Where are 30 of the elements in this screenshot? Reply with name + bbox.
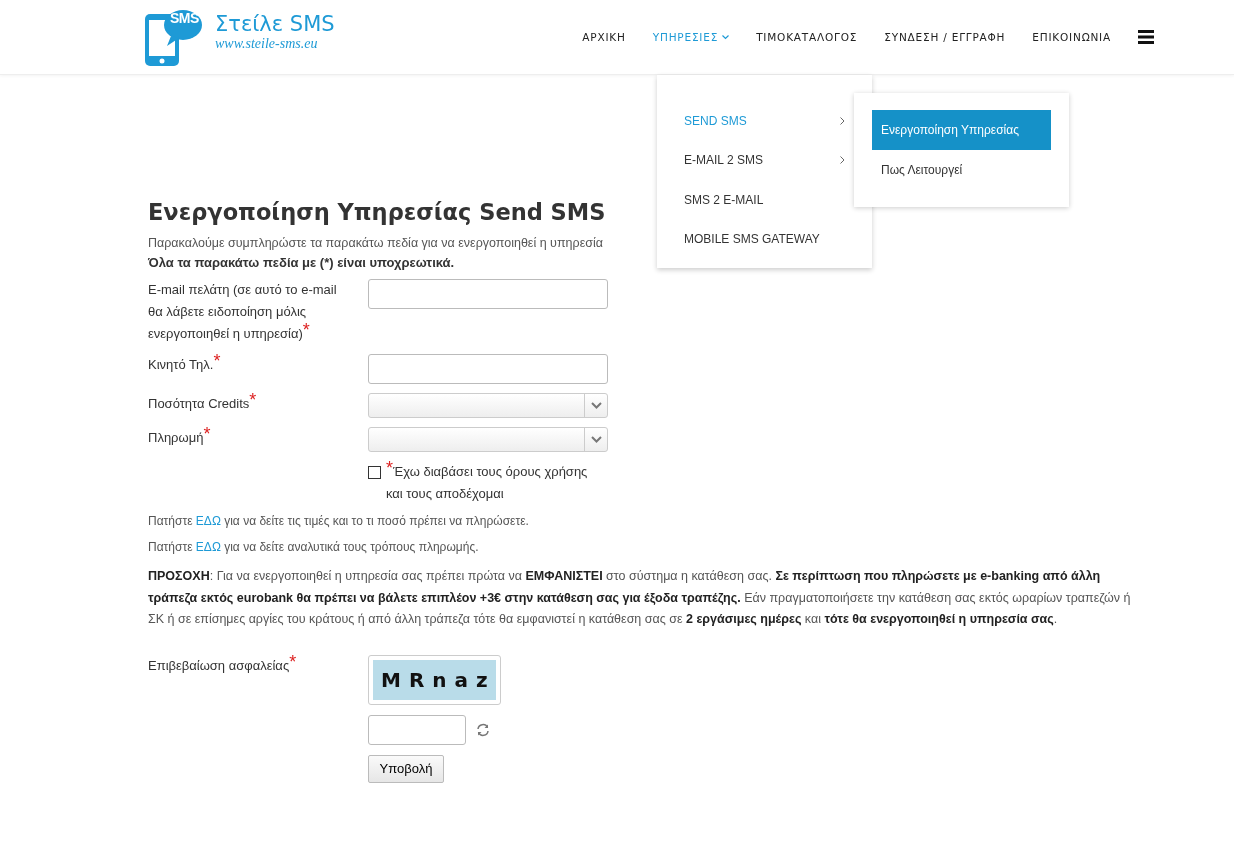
checkbox[interactable] (368, 466, 381, 479)
submit-button[interactable]: Υποβολή (368, 754, 444, 783)
logo-title: Στείλε SMS (215, 11, 335, 37)
nav-link[interactable]: ΑΡΧΙΚΗ (582, 31, 626, 43)
submenu-item[interactable]: Πως Λειτουργεί (872, 150, 1051, 190)
chevron-down-icon (590, 402, 602, 409)
captcha-image: MRnaz (368, 654, 501, 705)
intro-text: Παρακαλούμε συμπληρώστε τα παρακάτω πεδία για να ενεργοποιηθεί η υπηρεσία (148, 235, 603, 252)
dropdown-item[interactable]: E-MAIL 2 SMS (684, 140, 845, 180)
submenu-item[interactable]: Ενεργοποίηση Υπηρεσίας (872, 110, 1051, 150)
captcha-input[interactable] (368, 714, 466, 745)
info-text: Πατήστε ΕΔΩ για να δείτε αναλυτικά τους τρόπους πληρωμής. (148, 540, 480, 554)
page-heading: Ενεργοποίηση Υπηρεσίας Send SMS (148, 198, 606, 227)
menu-icon[interactable] (1138, 30, 1154, 44)
required-note: Όλα τα παρακάτω πεδία με (*) είναι υποχρεωτικά. (148, 254, 456, 272)
nav-link[interactable]: ΕΠΙΚΟΙΝΩΝΙΑ (1032, 31, 1111, 43)
select-field[interactable] (368, 393, 608, 418)
input-field[interactable] (368, 279, 608, 309)
dropdown-item[interactable]: MOBILE SMS GATEWAY (684, 219, 845, 259)
refresh-icon[interactable] (476, 722, 490, 737)
select-field[interactable] (368, 427, 608, 452)
chevron-down-icon (590, 436, 602, 443)
logo-url: www.steile-sms.eu (215, 37, 319, 51)
notice-text: ΠΡΟΣΟΧΗ: Για να ενεργοποιηθεί η υπηρεσία σας πρέπει πρώτα να ΕΜΦΑΝΙΣΤΕΙ στο σύστημα η κατάθεση σας. Σε περίπτωση που πληρώσετε με e-banking από άλλη τράπεζα εκτός eurobank θα πρέπει να βάλετε επιπλέον +3€ στην κατάθεση σας για έξοδα τραπέζης. Εάν πραγματοποιήσετε την κατάθεση σας εκτός ωραρίων τραπεζών ή ΣΚ ή σε επίσημες αργίες του κράτους ή από άλλη τράπεζα τότε θα εμφανιστεί η κατάθεση σας σε 2 εργάσιμες ημέρες και τότε θα ενεργοποιηθεί η υπηρεσία σας. (148, 568, 1132, 628)
nav-link[interactable]: ΤΙΜΟΚΑΤΑΛΟΓΟΣ (756, 31, 858, 43)
info-text: Πατήστε ΕΔΩ για να δείτε τις τιμές και το τι ποσό πρέπει να πληρώσετε. (148, 514, 530, 528)
input-field[interactable] (368, 354, 608, 384)
nav-link[interactable]: ΣΥΝΔΕΣΗ / ΕΓΓΡΑΦΗ (884, 31, 1006, 43)
logo-badge-text: SMS (170, 10, 199, 26)
dropdown-item[interactable]: SMS 2 E-MAIL (684, 180, 845, 220)
